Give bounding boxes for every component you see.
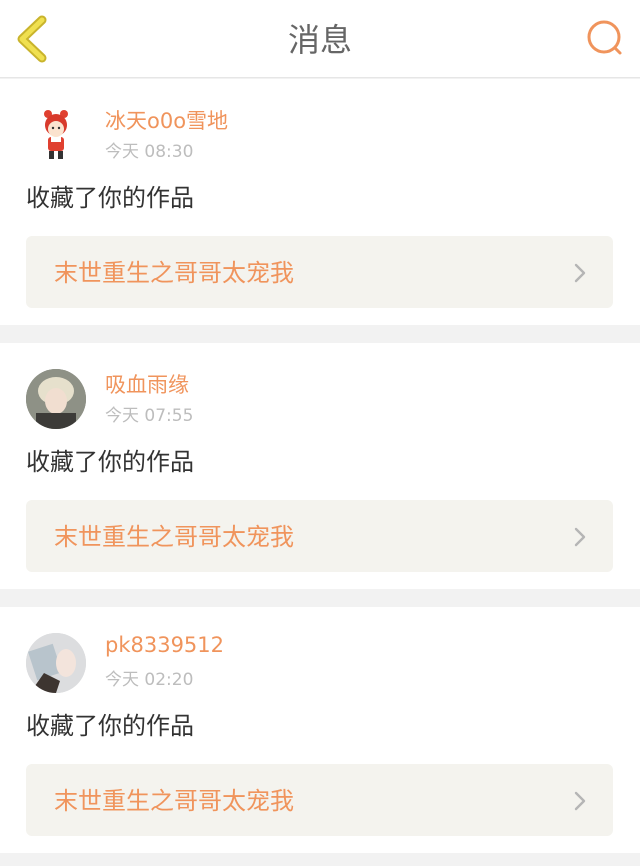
message-card: 冰天o0o雪地 今天 08:30 收藏了你的作品 末世重生之哥哥太宠我: [0, 79, 640, 325]
work-title: 末世重生之哥哥太宠我: [54, 259, 294, 287]
chevron-right-icon: [574, 527, 586, 547]
work-title: 末世重生之哥哥太宠我: [54, 523, 294, 551]
action-text: 收藏了你的作品: [26, 184, 194, 212]
work-link[interactable]: 末世重生之哥哥太宠我: [26, 764, 613, 836]
username[interactable]: pk8339512: [105, 633, 224, 657]
cartoon-avatar-icon: [44, 110, 68, 159]
message-card: 吸血雨缘 今天 07:55 收藏了你的作品 末世重生之哥哥太宠我: [0, 343, 640, 589]
top-bar: 消息: [0, 0, 640, 78]
avatar[interactable]: [26, 105, 86, 165]
username[interactable]: 吸血雨缘: [105, 369, 189, 399]
timestamp: 今天 02:20: [105, 670, 194, 690]
search-icon: [587, 20, 622, 55]
avatar[interactable]: [26, 633, 86, 693]
photo-avatar-icon: [26, 633, 86, 693]
timestamp: 今天 08:30: [105, 142, 194, 162]
avatar[interactable]: [26, 369, 86, 429]
message-card: pk8339512 今天 02:20 收藏了你的作品 末世重生之哥哥太宠我: [0, 607, 640, 853]
action-text: 收藏了你的作品: [26, 448, 194, 476]
timestamp: 今天 07:55: [105, 406, 194, 426]
work-link[interactable]: 末世重生之哥哥太宠我: [26, 236, 613, 308]
photo-avatar-icon: [26, 369, 86, 429]
work-title: 末世重生之哥哥太宠我: [54, 787, 294, 815]
search-button[interactable]: [584, 18, 626, 60]
work-link[interactable]: 末世重生之哥哥太宠我: [26, 500, 613, 572]
page-title: 消息: [287, 21, 352, 59]
chevron-right-icon: [574, 263, 586, 283]
action-text: 收藏了你的作品: [26, 712, 194, 740]
username[interactable]: 冰天o0o雪地: [105, 105, 228, 135]
chevron-right-icon: [574, 791, 586, 811]
